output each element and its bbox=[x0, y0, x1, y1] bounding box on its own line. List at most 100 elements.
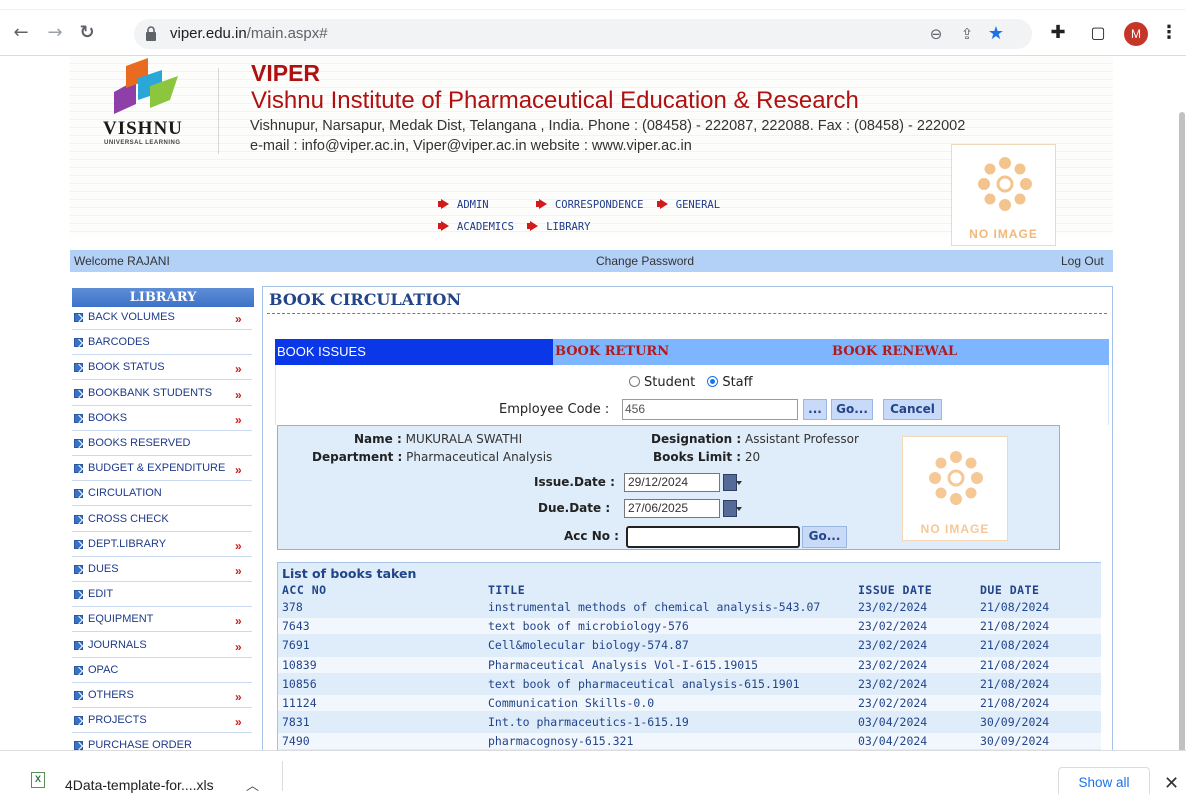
back-arrow-icon[interactable]: ← bbox=[8, 20, 34, 46]
designation-value: Assistant Professor bbox=[745, 432, 859, 446]
radio-staff[interactable]: Staff bbox=[707, 375, 753, 390]
share-icon[interactable]: ⇪ bbox=[957, 24, 977, 44]
sidebar-item[interactable]: BOOKBANK STUDENTS » bbox=[72, 385, 254, 407]
sidebar-item[interactable]: EQUIPMENT » bbox=[72, 611, 254, 633]
table-row: 11124 Communication Skills-0.0 23/02/2024 2… bbox=[278, 695, 1101, 711]
lock-icon bbox=[146, 26, 156, 41]
due-date-calendar-icon[interactable] bbox=[723, 500, 742, 517]
extensions-puzzle-icon[interactable]: ✚ bbox=[1045, 20, 1071, 46]
cell-acc-no: 7490 bbox=[282, 734, 310, 749]
submenu-chevron-icon: » bbox=[235, 362, 242, 377]
tab-book-issues[interactable]: BOOK ISSUES bbox=[275, 339, 553, 365]
acc-no-input[interactable] bbox=[626, 526, 800, 548]
show-all-button[interactable]: Show all bbox=[1058, 767, 1150, 794]
sidebar-item[interactable]: BUDGET & EXPENDITURE » bbox=[72, 460, 254, 482]
topmenu-row-2: ACADEMICS LIBRARY bbox=[438, 221, 591, 233]
radio-staff-indicator[interactable] bbox=[707, 376, 719, 387]
menu-academics[interactable]: ACADEMICS bbox=[438, 221, 514, 233]
page-title: BOOK CIRCULATION bbox=[269, 290, 462, 309]
employee-go-button[interactable]: Go... bbox=[831, 399, 873, 420]
item-underline bbox=[72, 656, 252, 658]
sidebar-item[interactable]: OPAC bbox=[72, 662, 254, 684]
sidebar-item[interactable]: BOOKS » bbox=[72, 410, 254, 432]
submenu-chevron-icon: » bbox=[235, 412, 242, 427]
item-underline bbox=[72, 329, 252, 330]
tab-book-renewal[interactable]: BOOK RENEWAL bbox=[832, 339, 1092, 365]
welcome-bar: Welcome RAJANI Change Password Log Out bbox=[70, 250, 1113, 272]
books-table-title: List of books taken bbox=[282, 566, 417, 581]
cell-title: Cell&molecular biology-574.87 bbox=[488, 638, 689, 653]
cell-title: Communication Skills-0.0 bbox=[488, 696, 655, 710]
item-underline bbox=[72, 354, 252, 356]
sidebar-item[interactable]: BOOK STATUS » bbox=[72, 359, 254, 381]
sidebar-item[interactable]: BOOKS RESERVED bbox=[72, 435, 254, 457]
web-page: VISHNU UNIVERSAL LEARNING VIPER Vishnu I… bbox=[0, 56, 1186, 750]
cell-issue-date: 03/04/2024 bbox=[858, 734, 928, 749]
zoom-icon[interactable]: ⊖ bbox=[926, 24, 946, 44]
browse-employee-button[interactable]: ... bbox=[803, 399, 827, 420]
col-header-title: TITLE bbox=[488, 583, 526, 597]
cell-acc-no: 7831 bbox=[282, 715, 310, 730]
sidebar-item[interactable]: JOURNALS » bbox=[72, 637, 254, 659]
issue-date-input[interactable]: 29/12/2024 bbox=[624, 473, 720, 492]
acc-go-button[interactable]: Go... bbox=[802, 526, 847, 548]
bullet-icon bbox=[74, 590, 83, 600]
table-row: 7490 pharmacognosy-615.321 03/04/2024 30/09… bbox=[278, 733, 1101, 750]
sidebar-item[interactable]: BACK VOLUMES » bbox=[72, 309, 254, 331]
cancel-button[interactable]: Cancel bbox=[883, 399, 942, 420]
download-file-name[interactable]: 4Data-template-for....xls bbox=[65, 777, 214, 793]
sidebar-item[interactable]: CROSS CHECK bbox=[72, 511, 254, 533]
sidebar-item[interactable]: PROJECTS » bbox=[72, 712, 254, 734]
bullet-icon bbox=[74, 338, 83, 348]
item-underline bbox=[72, 455, 252, 456]
profile-avatar[interactable]: M bbox=[1124, 22, 1148, 46]
bookmark-star-icon[interactable]: ★ bbox=[986, 24, 1006, 44]
red-arrow-icon bbox=[527, 221, 539, 231]
submenu-chevron-icon: » bbox=[235, 715, 242, 730]
scrollbar-thumb[interactable] bbox=[1179, 112, 1185, 750]
table-row: 10856 text book of pharmaceutical analysi… bbox=[278, 676, 1101, 692]
bullet-icon bbox=[74, 539, 83, 549]
forward-arrow-icon[interactable]: → bbox=[42, 20, 68, 46]
due-date-input[interactable]: 27/06/2025 bbox=[624, 499, 720, 518]
address-bar[interactable]: viper.edu.in/main.aspx# ⊖ ⇪ ★ bbox=[134, 19, 1032, 49]
issue-date-calendar-icon[interactable] bbox=[723, 474, 742, 491]
sidebar-item[interactable]: BARCODES bbox=[72, 334, 254, 356]
submenu-chevron-icon: » bbox=[235, 387, 242, 402]
bullet-icon bbox=[74, 489, 83, 499]
no-image-label: NO IMAGE bbox=[920, 522, 990, 536]
item-underline bbox=[72, 505, 252, 507]
sidebar-item[interactable]: DEPT.LIBRARY » bbox=[72, 536, 254, 558]
institute-name: Vishnu Institute of Pharmaceutical Educa… bbox=[251, 87, 859, 114]
table-row: 7691 Cell&molecular biology-574.87 23/02/2… bbox=[278, 637, 1101, 653]
menu-correspondence[interactable]: CORRESPONDENCE bbox=[535, 199, 643, 211]
page-scrollbar[interactable] bbox=[1177, 112, 1186, 750]
url-text: viper.edu.in/main.aspx# bbox=[170, 25, 328, 42]
sidebar-item[interactable]: CIRCULATION bbox=[72, 485, 254, 507]
menu-admin[interactable]: ADMIN bbox=[438, 199, 489, 211]
cell-due-date: 21/08/2024 bbox=[980, 638, 1050, 653]
sidebar-item[interactable]: OTHERS » bbox=[72, 687, 254, 709]
member-type-radio-group: Student Staff bbox=[629, 375, 753, 390]
sidebar-item-label: CIRCULATION bbox=[88, 487, 162, 500]
side-panel-icon[interactable]: ▢ bbox=[1085, 20, 1111, 46]
tab-book-return[interactable]: BOOK RETURN bbox=[555, 339, 815, 365]
radio-student[interactable]: Student bbox=[629, 375, 695, 390]
radio-student-indicator[interactable] bbox=[629, 376, 640, 387]
cell-due-date: 21/08/2024 bbox=[980, 619, 1050, 634]
menu-general[interactable]: GENERAL bbox=[656, 199, 720, 211]
sidebar-item-label: BOOKS bbox=[88, 411, 128, 424]
browser-menu-icon[interactable]: ⋮ bbox=[1156, 20, 1182, 46]
sidebar-item[interactable]: DUES » bbox=[72, 561, 254, 583]
reload-icon[interactable]: ↻ bbox=[74, 20, 100, 46]
chevron-up-icon[interactable]: ︿ bbox=[246, 775, 259, 794]
employee-department: Department : Pharmaceutical Analysis bbox=[312, 450, 552, 464]
change-password-link[interactable]: Change Password bbox=[596, 254, 694, 268]
sidebar-item[interactable]: EDIT bbox=[72, 586, 254, 608]
close-icon[interactable]: ✕ bbox=[1164, 773, 1179, 794]
sidebar-item[interactable]: PURCHASE ORDER bbox=[72, 737, 254, 750]
item-underline bbox=[72, 681, 252, 683]
employee-code-input[interactable]: 456 bbox=[622, 399, 798, 420]
menu-library[interactable]: LIBRARY bbox=[527, 221, 591, 233]
logout-link[interactable]: Log Out bbox=[1061, 254, 1104, 268]
